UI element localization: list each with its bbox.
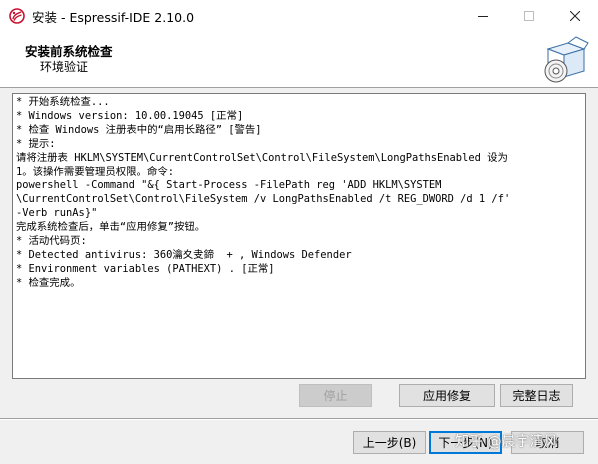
log-line: * Environment variables (PATHEXT) . [正常]	[16, 262, 275, 275]
maximize-button[interactable]	[506, 0, 552, 31]
system-check-log[interactable]: * 开始系统检查... * Windows version: 10.00.190…	[12, 93, 586, 379]
apply-fix-button[interactable]: 应用修复	[399, 384, 495, 407]
log-line: 1。该操作需要管理员权限。命令:	[16, 165, 174, 178]
page-subtitle: 环境验证	[40, 60, 89, 74]
full-log-button[interactable]: 完整日志	[500, 384, 573, 407]
log-line: * 检查完成。	[16, 276, 81, 289]
watermark: 知乎 @晨宇清风	[455, 434, 558, 450]
log-line: * 提示:	[16, 137, 56, 150]
title-bar: 安装 - Espressif-IDE 2.10.0	[0, 0, 598, 31]
wizard-header: 安装前系统检查 环境验证	[0, 31, 598, 87]
installer-box-icon	[544, 36, 589, 83]
back-button[interactable]: 上一步(B)	[353, 431, 426, 454]
espressif-logo-icon	[9, 8, 25, 24]
log-line: * 开始系统检查...	[16, 96, 110, 108]
minimize-button[interactable]	[460, 0, 506, 31]
log-line: -Verb runAs}"	[16, 207, 98, 220]
log-line: 请将注册表 HKLM\SYSTEM\CurrentControlSet\Cont…	[16, 151, 508, 164]
log-line: powershell -Command "&{ Start-Process -F…	[16, 179, 442, 192]
log-line: * Windows version: 10.00.19045 [正常]	[16, 109, 244, 122]
log-line: * 活动代码页:	[16, 235, 87, 248]
log-line: \CurrentControlSet\Control\FileSystem /v…	[16, 193, 511, 206]
window-title: 安装 - Espressif-IDE 2.10.0	[32, 10, 195, 25]
close-button[interactable]	[552, 0, 598, 31]
log-line: 完成系统检查后，单击“应用修复”按钮。	[16, 221, 206, 234]
log-line: * 检查 Windows 注册表中的“启用长路径” [警告]	[16, 123, 262, 136]
log-line: * Detected antivirus: 360瀹夊叏鍗 + , Window…	[16, 248, 352, 261]
stop-button[interactable]: 停止	[299, 384, 372, 407]
